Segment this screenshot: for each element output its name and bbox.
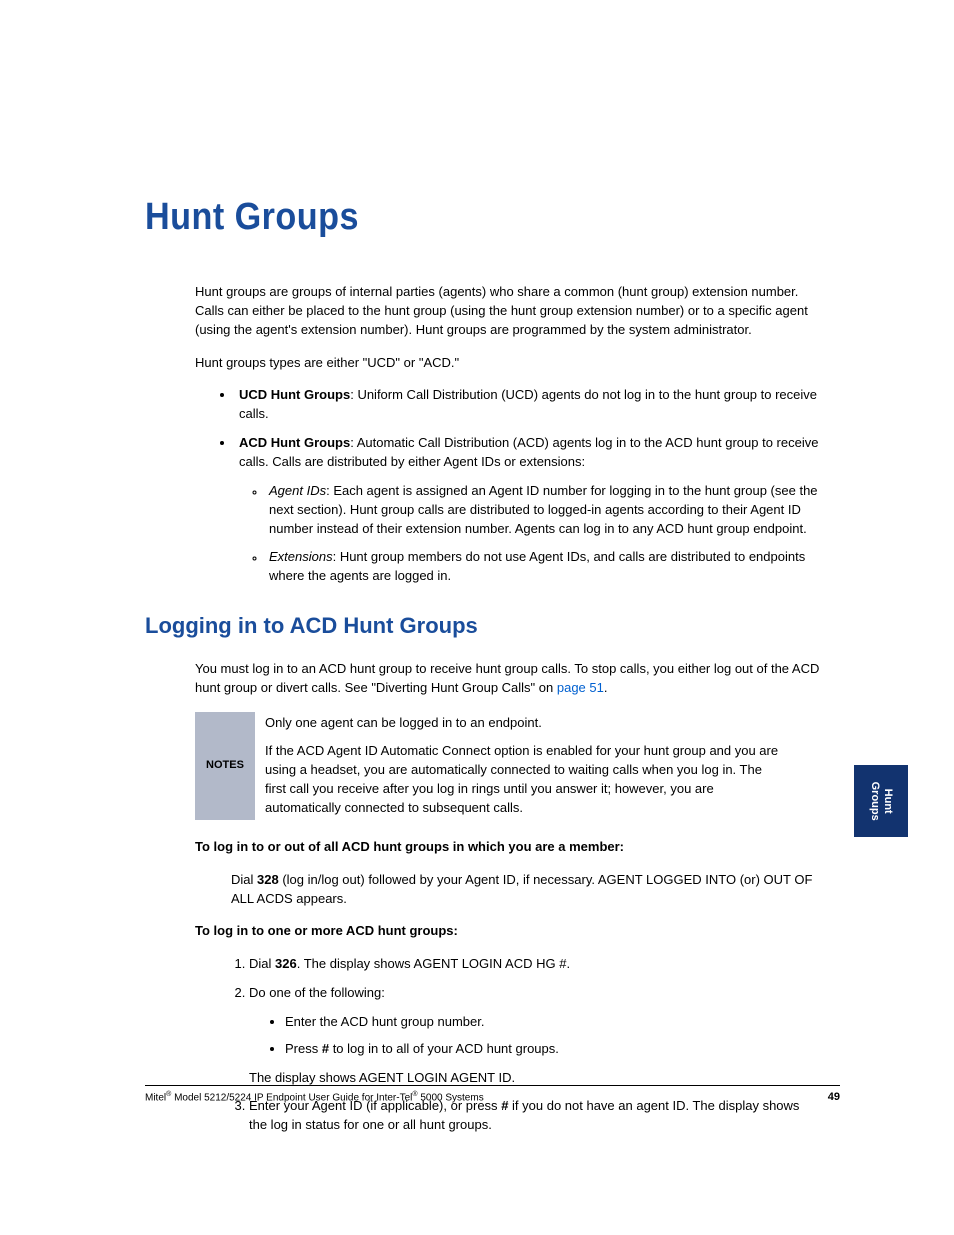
section-heading: Logging in to ACD Hunt Groups [145, 610, 820, 642]
steps-list: Dial 326. The display shows AGENT LOGIN … [249, 955, 820, 1135]
text: . The display shows AGENT LOGIN ACD HG #… [297, 956, 570, 971]
footer-title: Mitel® Model 5212/5224 IP Endpoint User … [145, 1090, 484, 1106]
bold-term: UCD Hunt Groups [239, 387, 350, 402]
page-number: 49 [828, 1090, 840, 1106]
text: Dial [231, 872, 257, 887]
bold-code: 326 [275, 956, 297, 971]
tab-line-2: Groups [869, 781, 881, 820]
text: Mitel [145, 1092, 166, 1103]
text: Model 5212/5224 IP Endpoint User Guide f… [171, 1092, 412, 1103]
instruction-heading: To log in to one or more ACD hunt groups… [195, 922, 820, 941]
text: . [604, 680, 608, 695]
instruction-heading: To log in to or out of all ACD hunt grou… [195, 838, 820, 857]
notes-label: NOTES [195, 712, 255, 820]
notes-p2: If the ACD Agent ID Automatic Connect op… [265, 742, 785, 817]
intro-paragraph-2: Hunt groups types are either "UCD" or "A… [195, 354, 820, 373]
hunt-type-list: UCD Hunt Groups: Uniform Call Distributi… [235, 386, 820, 586]
step-item: Do one of the following: Enter the ACD h… [249, 984, 820, 1087]
bold-key: # [322, 1041, 329, 1056]
notes-box: NOTES Only one agent can be logged in to… [195, 712, 785, 820]
instruction-body: Dial 328 (log in/log out) followed by yo… [231, 871, 820, 909]
text: : Each agent is assigned an Agent ID num… [269, 483, 818, 536]
section-body: You must log in to an ACD hunt group to … [195, 660, 820, 1135]
page-link[interactable]: page 51 [557, 680, 604, 695]
text: Dial [249, 956, 275, 971]
text: : Hunt group members do not use Agent ID… [269, 549, 805, 583]
page-content: Hunt Groups Hunt groups are groups of in… [145, 190, 820, 1149]
text: Do one of the following: [249, 985, 385, 1000]
section-tab-label: Hunt Groups [868, 781, 894, 820]
list-item: Press # to log in to all of your ACD hun… [285, 1040, 820, 1059]
page-footer: Mitel® Model 5212/5224 IP Endpoint User … [145, 1085, 840, 1106]
text: You must log in to an ACD hunt group to … [195, 661, 819, 695]
notes-p1: Only one agent can be logged in to an en… [265, 714, 785, 733]
list-item: Agent IDs: Each agent is assigned an Age… [265, 482, 820, 539]
intro-paragraph-1: Hunt groups are groups of internal parti… [195, 283, 820, 340]
acd-sublist: Agent IDs: Each agent is assigned an Age… [265, 482, 820, 586]
tab-line-1: Hunt [882, 788, 894, 813]
bold-code: 328 [257, 872, 279, 887]
list-item: Extensions: Hunt group members do not us… [265, 548, 820, 586]
step-item: Dial 326. The display shows AGENT LOGIN … [249, 955, 820, 974]
section-tab: Hunt Groups [854, 765, 908, 837]
italic-term: Agent IDs [269, 483, 326, 498]
section-intro: You must log in to an ACD hunt group to … [195, 660, 820, 698]
text: (log in/log out) followed by your Agent … [231, 872, 812, 906]
text: to log in to all of your ACD hunt groups… [329, 1041, 559, 1056]
list-item: Enter the ACD hunt group number. [285, 1013, 820, 1032]
intro-block: Hunt groups are groups of internal parti… [195, 283, 820, 586]
italic-term: Extensions [269, 549, 333, 564]
text: Press [285, 1041, 322, 1056]
text: 5000 Systems [418, 1092, 484, 1103]
list-item: UCD Hunt Groups: Uniform Call Distributi… [235, 386, 820, 424]
text: The display shows AGENT LOGIN AGENT ID. [249, 1070, 515, 1085]
bold-term: ACD Hunt Groups [239, 435, 350, 450]
list-item: ACD Hunt Groups: Automatic Call Distribu… [235, 434, 820, 586]
step-sublist: Enter the ACD hunt group number. Press #… [285, 1013, 820, 1059]
chapter-title: Hunt Groups [145, 190, 753, 245]
notes-text: Only one agent can be logged in to an en… [255, 712, 785, 820]
